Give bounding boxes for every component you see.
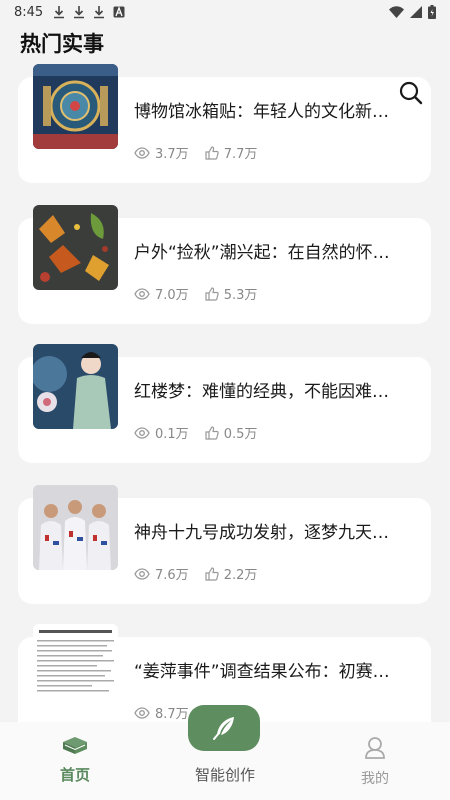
wifi-icon — [389, 6, 404, 18]
view-count: 3.7万 — [155, 147, 189, 162]
article-stats: 3.7万 7.7万 — [134, 143, 273, 162]
article-thumbnail — [33, 344, 118, 429]
museum-magnet-image — [33, 64, 118, 149]
user-icon — [365, 737, 385, 759]
like-count: 7.7万 — [223, 147, 258, 162]
view-count: 7.0万 — [155, 288, 189, 303]
search-icon[interactable] — [398, 80, 424, 106]
article-title: 户外“捡秋”潮兴起：在自然的怀… — [134, 243, 390, 263]
nav-create-label: 智能创作 — [194, 766, 255, 784]
article-title: 神舟十九号成功发射，逐梦九天… — [134, 523, 389, 543]
article-card[interactable]: 红楼梦：难懂的经典，不能因难… 0.1万 0.5万 — [18, 344, 431, 463]
views-stat: 7.6万 — [134, 564, 189, 583]
article-card[interactable]: 神舟十九号成功发射，逐梦九天… 7.6万 2.2万 — [18, 485, 431, 604]
nav-mine[interactable]: 我的 — [300, 722, 450, 800]
article-card[interactable]: 户外“捡秋”潮兴起：在自然的怀… 7.0万 5.3万 — [18, 205, 431, 324]
views-stat: 7.0万 — [134, 284, 189, 303]
view-count: 0.1万 — [155, 427, 189, 442]
like-count: 2.2万 — [223, 568, 258, 583]
eye-icon — [134, 287, 150, 300]
download-icon — [94, 6, 105, 19]
home-book-icon — [63, 737, 87, 754]
article-card[interactable]: 博物馆冰箱贴：年轻人的文化新… 3.7万 7.7万 — [18, 64, 431, 183]
download-icon — [54, 6, 65, 19]
views-stat: 8.7万 — [134, 703, 189, 722]
article-thumbnail — [33, 205, 118, 290]
thumbs-up-icon — [205, 566, 219, 581]
page-title: 热门实事 — [20, 32, 104, 56]
nav-home[interactable]: 首页 — [0, 722, 150, 800]
thumbs-up-icon — [205, 286, 219, 301]
thumbs-up-icon — [205, 145, 219, 160]
nav-create[interactable]: 智能创作 — [150, 705, 300, 800]
article-thumbnail — [33, 485, 118, 570]
article-stats: 0.1万 0.5万 — [134, 423, 273, 442]
red-mansion-woman-image — [33, 344, 118, 429]
likes-stat: 7.7万 — [205, 143, 258, 162]
article-title: 红楼梦：难懂的经典，不能因难… — [134, 382, 389, 402]
status-time: 8:45 — [14, 4, 44, 20]
article-thumbnail — [33, 64, 118, 149]
status-bar: 8:45 — [0, 0, 450, 24]
nav-home-label: 首页 — [59, 766, 90, 784]
download-icon — [74, 6, 85, 19]
view-count: 7.6万 — [155, 568, 189, 583]
like-count: 5.3万 — [223, 288, 258, 303]
nav-mine-label: 我的 — [361, 771, 389, 787]
likes-stat: 5.3万 — [205, 284, 258, 303]
signal-icon — [410, 6, 422, 18]
article-title: “姜萍事件”调查结果公布：初赛… — [134, 662, 390, 682]
likes-stat: 0.5万 — [205, 423, 258, 442]
eye-icon — [134, 426, 150, 439]
like-count: 0.5万 — [223, 427, 258, 442]
autumn-leaves-image — [33, 205, 118, 290]
view-count: 8.7万 — [155, 707, 189, 722]
create-button[interactable] — [188, 705, 260, 751]
bottom-navigation: 首页 智能创作 我的 — [0, 705, 450, 800]
document-image — [33, 624, 118, 709]
article-title: 博物馆冰箱贴：年轻人的文化新… — [134, 102, 389, 122]
eye-icon — [134, 706, 150, 719]
a-notification-icon — [113, 6, 125, 18]
views-stat: 0.1万 — [134, 423, 189, 442]
eye-icon — [134, 567, 150, 580]
article-thumbnail — [33, 624, 118, 709]
likes-stat: 2.2万 — [205, 564, 258, 583]
article-stats: 7.0万 5.3万 — [134, 284, 273, 303]
quill-icon — [213, 717, 234, 740]
eye-icon — [134, 146, 150, 159]
astronauts-image — [33, 485, 118, 570]
article-stats: 7.6万 2.2万 — [134, 564, 273, 583]
battery-icon — [428, 5, 436, 19]
thumbs-up-icon — [205, 425, 219, 440]
views-stat: 3.7万 — [134, 143, 189, 162]
